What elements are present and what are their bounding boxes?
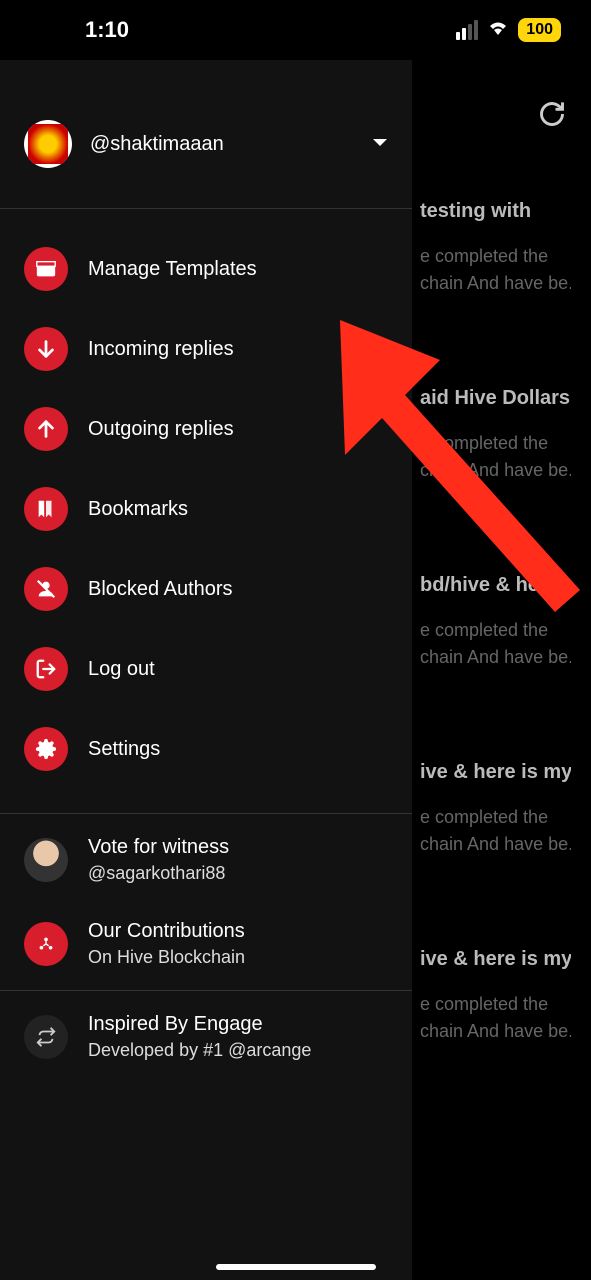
- post-excerpt: chain And have be...: [420, 644, 571, 671]
- status-right: 100: [456, 17, 561, 43]
- menu-label: Incoming replies: [88, 338, 234, 361]
- menu-bookmarks[interactable]: Bookmarks: [0, 469, 412, 549]
- menu-settings[interactable]: Settings: [0, 709, 412, 789]
- feed-post[interactable]: testing with e completed the chain And h…: [420, 200, 571, 297]
- post-excerpt: chain And have be...: [420, 831, 571, 858]
- post-excerpt: chain And have be...: [420, 1018, 571, 1045]
- menu-label: Manage Templates: [88, 258, 257, 281]
- witness-avatar: [24, 838, 68, 882]
- info-subtitle: Developed by #1 @arcange: [88, 1040, 311, 1061]
- username-label: @shaktimaaan: [90, 133, 354, 156]
- contributions-link[interactable]: Our Contributions On Hive Blockchain: [0, 902, 412, 986]
- info-title: Vote for witness: [88, 836, 229, 859]
- signal-icon: [456, 20, 478, 40]
- arrow-up-icon: [24, 407, 68, 451]
- side-drawer: @shaktimaaan Manage Templates Incoming r…: [0, 60, 412, 1280]
- post-title: ive & here is my: [420, 948, 571, 971]
- gear-icon: [24, 727, 68, 771]
- main-menu: Manage Templates Incoming replies Outgoi…: [0, 209, 412, 809]
- refresh-button[interactable]: [538, 100, 566, 133]
- menu-label: Bookmarks: [88, 498, 188, 521]
- blocked-user-icon: [24, 567, 68, 611]
- post-excerpt: e completed the: [420, 243, 571, 270]
- post-excerpt: e completed the: [420, 991, 571, 1018]
- vote-witness-link[interactable]: Vote for witness @sagarkothari88: [0, 818, 412, 902]
- menu-incoming-replies[interactable]: Incoming replies: [0, 309, 412, 389]
- status-bar: 1:10 100: [0, 0, 591, 60]
- bookmark-icon: [24, 487, 68, 531]
- post-title: aid Hive Dollars &: [420, 387, 571, 410]
- post-title: ive & here is my: [420, 761, 571, 784]
- info-title: Inspired By Engage: [88, 1013, 311, 1036]
- menu-manage-templates[interactable]: Manage Templates: [0, 229, 412, 309]
- post-title: testing with: [420, 200, 571, 223]
- menu-label: Settings: [88, 738, 160, 761]
- account-switcher[interactable]: @shaktimaaan: [0, 60, 412, 209]
- feed-post[interactable]: bd/hive & here is e completed the chain …: [420, 574, 571, 671]
- status-time: 1:10: [85, 17, 129, 43]
- info-subtitle: On Hive Blockchain: [88, 947, 245, 968]
- menu-label: Blocked Authors: [88, 578, 233, 601]
- battery-indicator: 100: [518, 18, 561, 42]
- logout-icon: [24, 647, 68, 691]
- menu-label: Outgoing replies: [88, 418, 234, 441]
- post-title: bd/hive & here is: [420, 574, 571, 597]
- feed-post[interactable]: aid Hive Dollars & e completed the chain…: [420, 387, 571, 484]
- chevron-down-icon: [372, 135, 388, 153]
- feed-post[interactable]: ive & here is my e completed the chain A…: [420, 761, 571, 858]
- post-excerpt: chain And have be...: [420, 270, 571, 297]
- contributions-icon: [24, 922, 68, 966]
- post-excerpt: e completed the: [420, 804, 571, 831]
- wifi-icon: [486, 17, 510, 43]
- menu-label: Log out: [88, 658, 155, 681]
- menu-blocked-authors[interactable]: Blocked Authors: [0, 549, 412, 629]
- feed-post[interactable]: ive & here is my e completed the chain A…: [420, 948, 571, 1045]
- menu-logout[interactable]: Log out: [0, 629, 412, 709]
- post-excerpt: chain And have be...: [420, 457, 571, 484]
- post-excerpt: e completed the: [420, 617, 571, 644]
- menu-outgoing-replies[interactable]: Outgoing replies: [0, 389, 412, 469]
- engage-icon: [24, 1015, 68, 1059]
- user-avatar: [24, 120, 72, 168]
- templates-icon: [24, 247, 68, 291]
- inspired-by-link[interactable]: Inspired By Engage Developed by #1 @arca…: [0, 995, 412, 1079]
- info-title: Our Contributions: [88, 920, 245, 943]
- post-excerpt: e completed the: [420, 430, 571, 457]
- home-indicator[interactable]: [216, 1264, 376, 1270]
- arrow-down-icon: [24, 327, 68, 371]
- divider: [0, 813, 412, 814]
- info-subtitle: @sagarkothari88: [88, 863, 229, 884]
- divider: [0, 990, 412, 991]
